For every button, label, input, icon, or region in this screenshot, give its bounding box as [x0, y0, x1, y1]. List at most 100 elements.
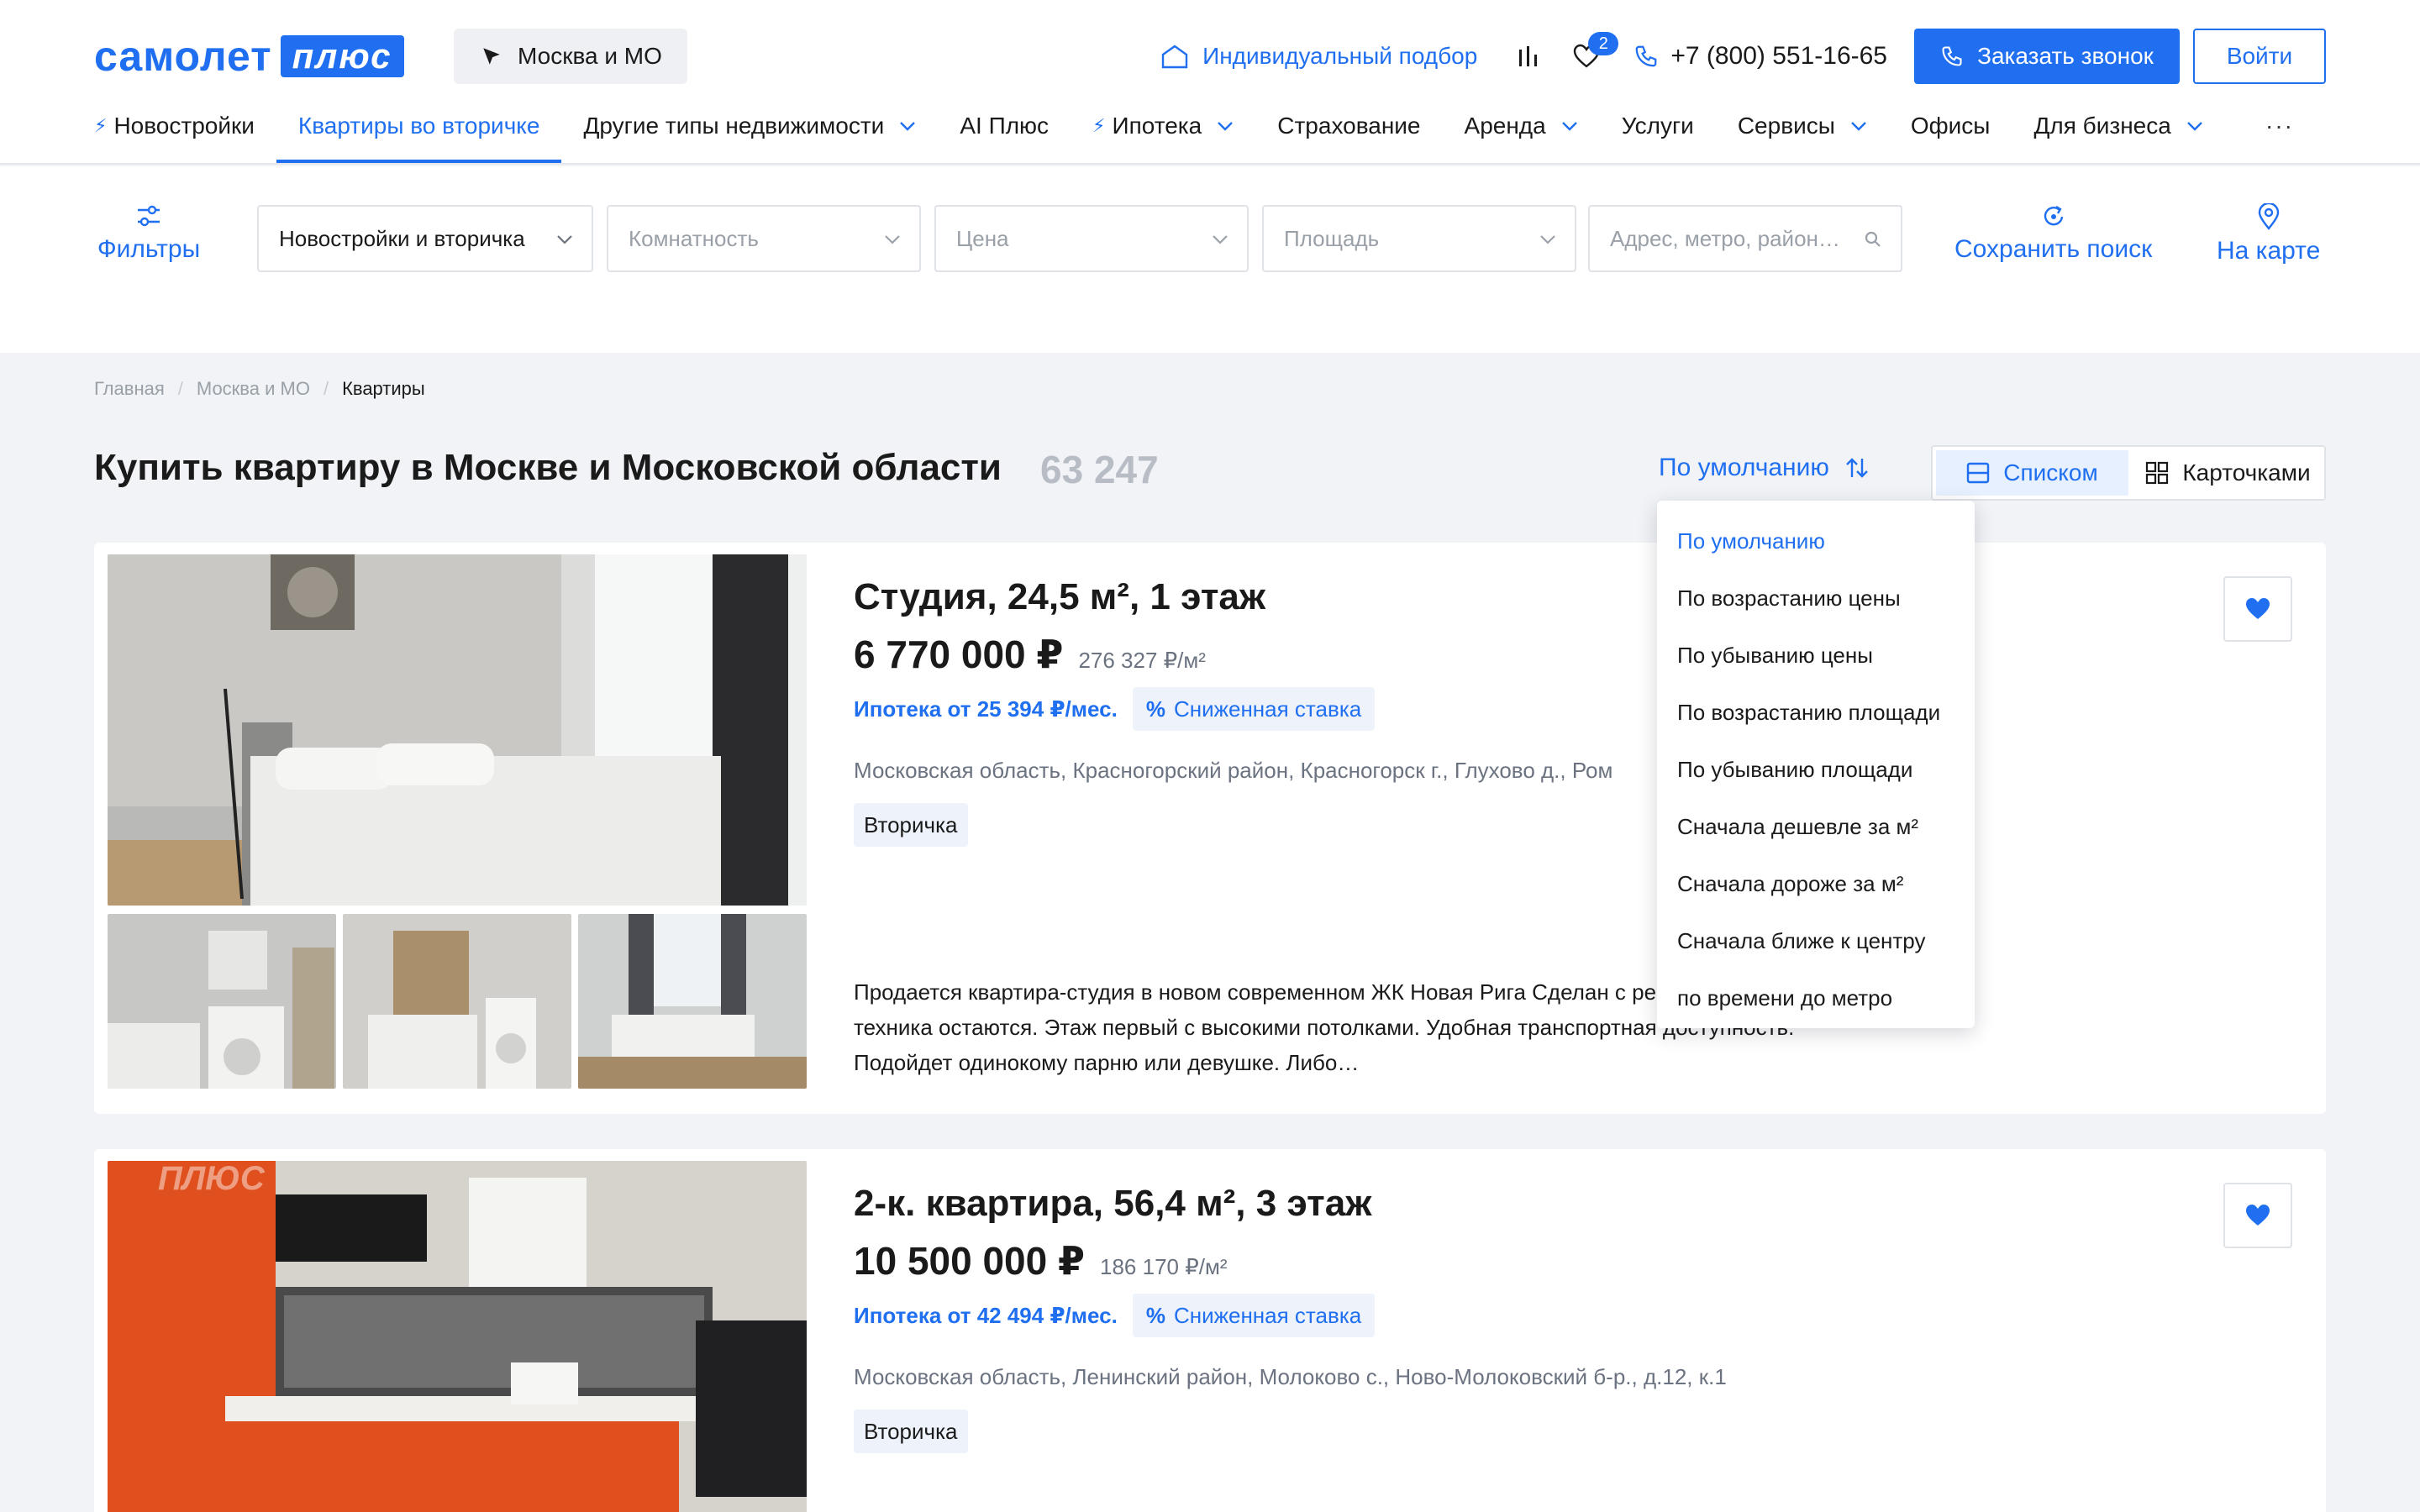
logo-word: самолет — [94, 33, 272, 80]
nav-item[interactable]: Сервисы — [1738, 108, 1867, 144]
listing-card[interactable]: Студия, 24,5 м², 1 этаж 6 770 000 ₽ 276 … — [94, 543, 2326, 1114]
listing-title[interactable]: Студия, 24,5 м², 1 этаж — [854, 576, 1265, 618]
breadcrumb-separator: / — [177, 378, 183, 399]
city-selector-button[interactable]: Москва и МО — [454, 29, 687, 84]
percent-icon: % — [1145, 1302, 1165, 1328]
area-placeholder: Площадь — [1284, 225, 1380, 251]
sort-dropdown-menu: По умолчанию По возрастанию цены По убыван… — [1657, 501, 1975, 1028]
login-button[interactable]: Войти — [2193, 29, 2326, 84]
listing-price-per-m2: 186 170 ₽/м² — [1100, 1254, 1228, 1279]
view-cards-button[interactable]: Карточками — [2132, 447, 2324, 499]
chevron-down-icon — [1213, 235, 1228, 244]
nav-item-label: Новостройки — [113, 113, 255, 139]
chevron-down-icon — [1218, 122, 1234, 131]
listing-mortgage-row: Ипотека от 25 394 ₽/мес. % Сниженная ста… — [854, 687, 1376, 731]
grid-view-icon — [2146, 461, 2169, 485]
chevron-down-icon — [900, 122, 916, 131]
house-icon — [1161, 45, 1188, 69]
on-map-button[interactable]: На карте — [2217, 203, 2320, 265]
listing-price-row: 6 770 000 ₽ 276 327 ₽/м² — [854, 632, 1206, 677]
phone-link[interactable]: +7 (800) 551-16-65 — [1634, 42, 1887, 71]
nav-item[interactable]: AI Плюс — [960, 108, 1049, 144]
breadcrumb-region[interactable]: Москва и МО — [197, 378, 310, 400]
chevron-down-icon — [1561, 122, 1577, 131]
sort-option[interactable]: По убыванию площади — [1657, 741, 1975, 798]
sort-option[interactable]: По возрастанию цены — [1657, 570, 1975, 627]
listing-type-tag: Вторичка — [854, 1410, 968, 1453]
nav-item[interactable]: ⚡ Ипотека — [1092, 108, 1234, 144]
view-toggle: Списком Карточками — [1931, 445, 2326, 501]
nav-item[interactable]: Квартиры во вторичке — [276, 108, 561, 163]
rooms-select[interactable]: Комнатность — [607, 205, 921, 272]
nav-more-button[interactable]: ··· — [2265, 108, 2294, 144]
nav-item[interactable]: Страхование — [1277, 108, 1420, 144]
listing-main-photo[interactable] — [108, 554, 807, 906]
save-search-button[interactable]: Сохранить поиск — [1954, 203, 2152, 264]
reduced-rate-label: Сниженная ставка — [1173, 1302, 1362, 1328]
breadcrumb: Главная / Москва и МО / Квартиры — [94, 378, 425, 400]
sort-option[interactable]: По убыванию цены — [1657, 627, 1975, 684]
favorite-toggle-button[interactable] — [2223, 1183, 2292, 1248]
phone-number: +7 (800) 551-16-65 — [1670, 42, 1887, 70]
listing-title[interactable]: 2-к. квартира, 56,4 м², 3 этаж — [854, 1183, 1371, 1225]
price-placeholder: Цена — [956, 225, 1009, 251]
nav-item-label: Сервисы — [1737, 113, 1835, 139]
nav-item[interactable]: Аренда — [1465, 108, 1578, 144]
nav-item-label: Офисы — [1910, 113, 1991, 139]
nav-item[interactable]: Услуги — [1622, 108, 1694, 144]
sort-arrows-icon — [1846, 458, 1868, 478]
listing-mortgage[interactable]: Ипотека от 25 394 ₽/мес. — [854, 696, 1118, 722]
property-type-select[interactable]: Новостройки и вторичка — [257, 205, 593, 272]
sort-option[interactable]: По возрастанию площади — [1657, 684, 1975, 741]
favorite-toggle-button[interactable] — [2223, 576, 2292, 642]
sort-option[interactable]: Сначала дороже за м² — [1657, 855, 1975, 912]
nav-item-label: AI Плюс — [960, 113, 1050, 139]
sort-option[interactable]: По умолчанию — [1657, 512, 1975, 570]
listing-price: 6 770 000 ₽ — [854, 633, 1064, 676]
sort-button[interactable]: По умолчанию — [1659, 454, 1870, 482]
listing-thumbnail[interactable] — [578, 914, 807, 1089]
sort-option[interactable]: Сначала дешевле за м² — [1657, 798, 1975, 855]
bell-refresh-icon — [2044, 205, 2063, 226]
results-count: 63 247 — [1040, 448, 1159, 491]
filters-label: Фильтры — [97, 235, 201, 263]
price-select[interactable]: Цена — [934, 205, 1249, 272]
favorites-button[interactable]: 2 — [1573, 32, 1619, 69]
breadcrumb-home[interactable]: Главная — [94, 378, 165, 400]
listing-mortgage[interactable]: Ипотека от 42 494 ₽/мес. — [854, 1303, 1118, 1329]
listing-address: Московская область, Красногорский район,… — [854, 758, 1613, 783]
nav-item[interactable]: Офисы — [1911, 108, 1991, 144]
nav-item[interactable]: ⚡ Новостройки — [94, 108, 255, 144]
main-nav: ⚡ Новостройки Квартиры во вторичке Другие т… — [94, 108, 2247, 165]
property-type-value: Новостройки и вторичка — [279, 225, 525, 251]
nav-item-label: Другие типы недвижимости — [583, 113, 885, 139]
heart-icon — [2246, 1205, 2270, 1226]
nav-item[interactable]: Другие типы недвижимости — [583, 108, 916, 144]
sort-option[interactable]: Сначала ближе к центру — [1657, 912, 1975, 969]
chevron-down-icon — [2186, 122, 2202, 131]
compare-icon[interactable] — [1518, 45, 1539, 68]
listing-main-photo[interactable]: ПЛЮС — [108, 1161, 807, 1512]
order-call-button[interactable]: Заказать звонок — [1914, 29, 2180, 84]
filters-button[interactable]: Фильтры — [94, 203, 203, 264]
chevron-down-icon — [1850, 122, 1866, 131]
sort-option[interactable]: по времени до метро — [1657, 969, 1975, 1026]
area-select[interactable]: Площадь — [1262, 205, 1576, 272]
nav-item-label: Для бизнеса — [2033, 113, 2171, 139]
heart-icon — [2246, 598, 2270, 619]
favorites-count-badge: 2 — [1588, 32, 1619, 55]
chevron-down-icon — [1540, 235, 1555, 244]
breadcrumb-separator: / — [323, 378, 329, 399]
individual-selection-link[interactable]: Индивидуальный подбор — [1160, 43, 1477, 70]
view-list-button[interactable]: Списком — [1936, 450, 2128, 496]
listing-thumbnail[interactable] — [343, 914, 571, 1089]
lightning-icon: ⚡ — [1092, 115, 1106, 136]
address-search-input[interactable]: Адрес, метро, район… — [1588, 205, 1902, 272]
listing-card[interactable]: ПЛЮС 2-к. квартира, 56,4 м², 3 этаж 10 5… — [94, 1149, 2326, 1512]
lightning-icon: ⚡ — [94, 115, 108, 136]
nav-item[interactable]: Для бизнеса — [2033, 108, 2202, 144]
listing-thumbnail[interactable] — [108, 914, 336, 1089]
logo[interactable]: самолет плюс — [94, 34, 404, 79]
search-icon — [1865, 231, 1881, 247]
list-view-icon — [1967, 462, 1990, 484]
